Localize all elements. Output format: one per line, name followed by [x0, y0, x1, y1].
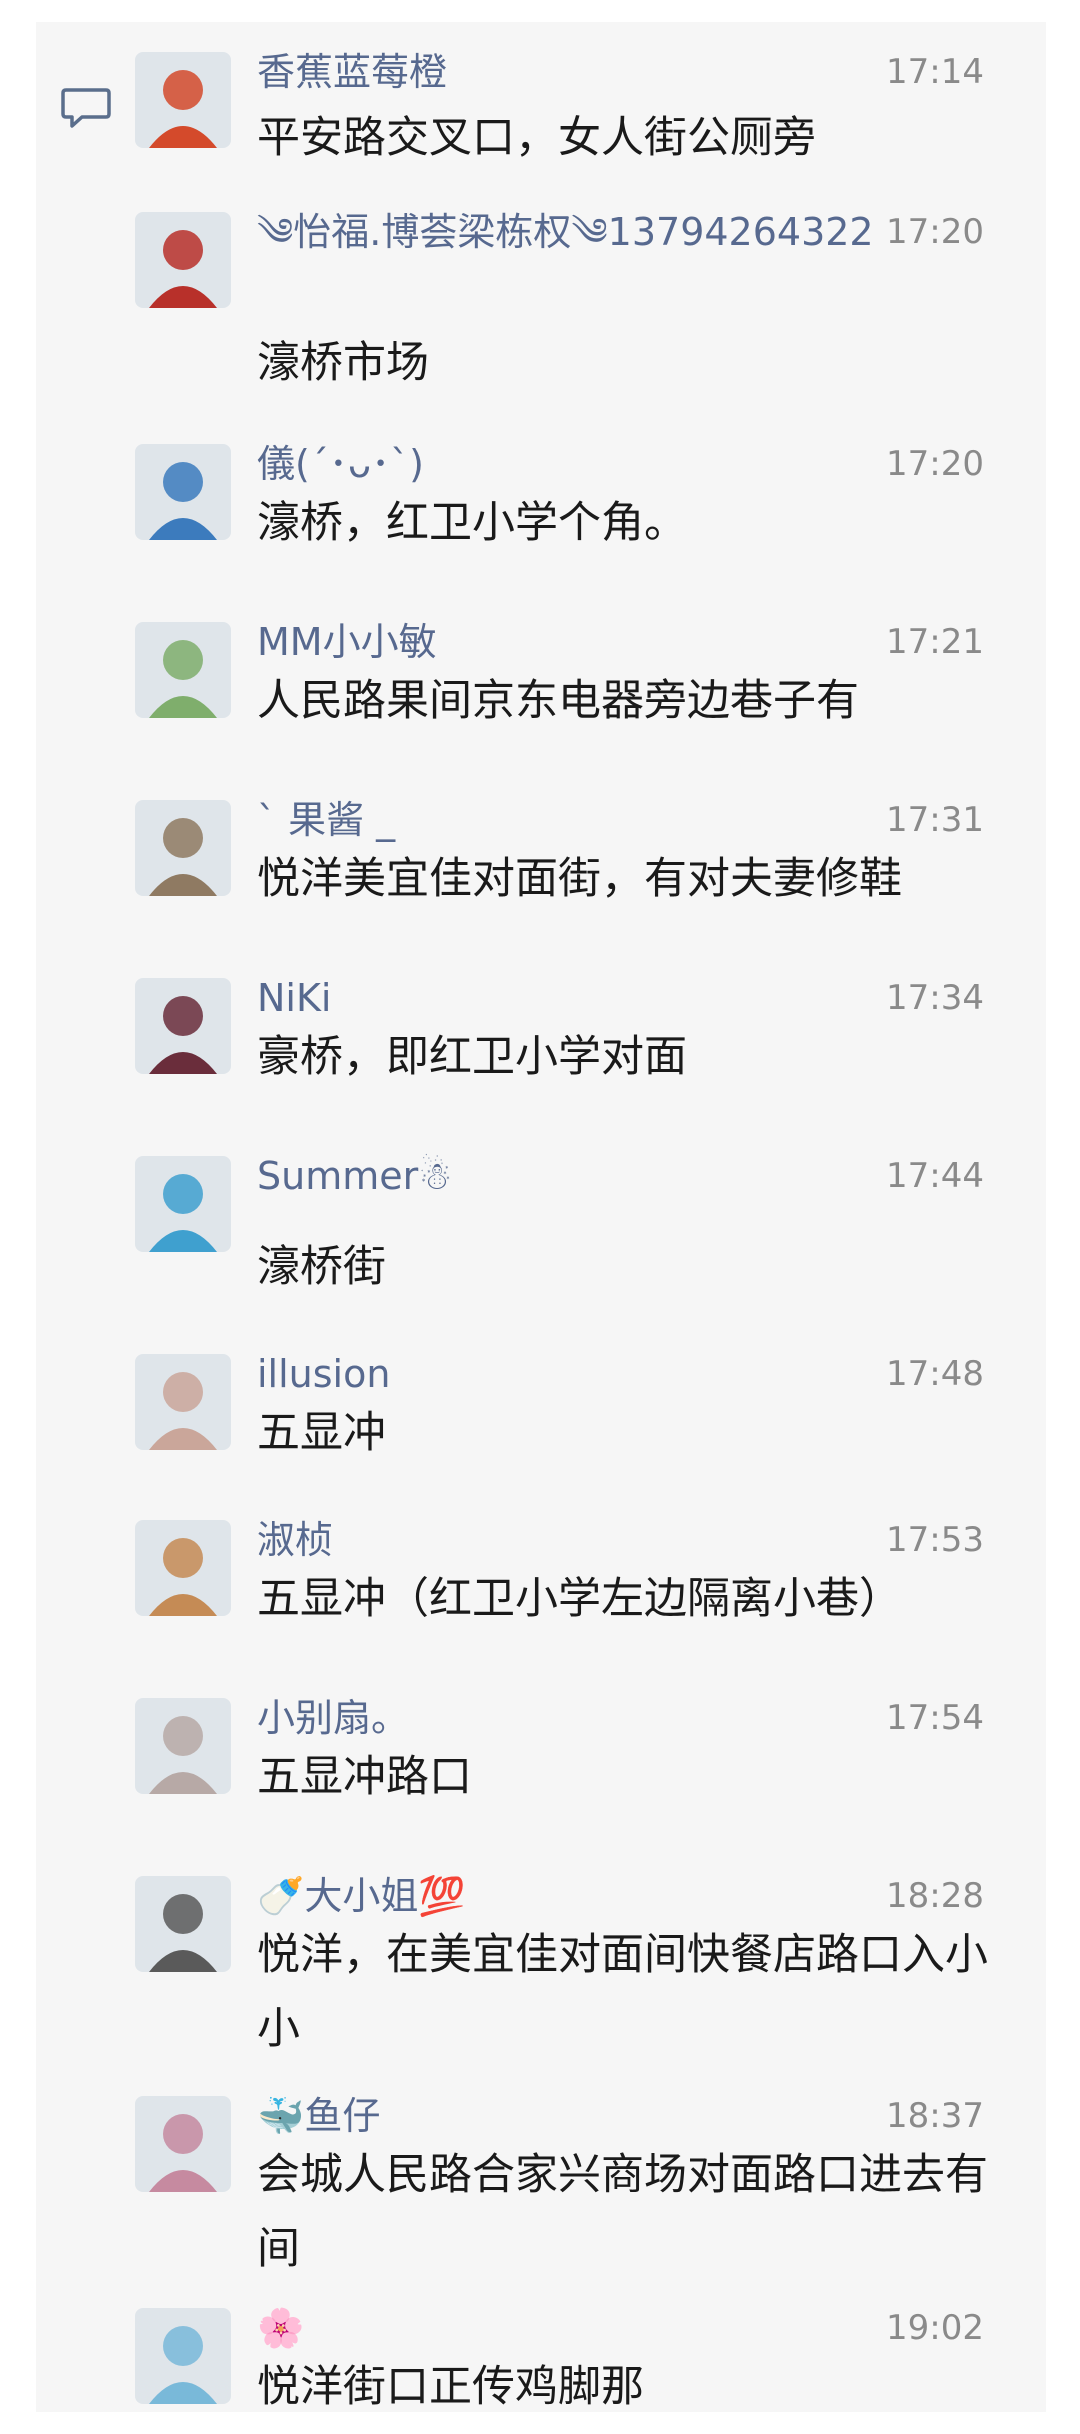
sender-name[interactable]: ` 果酱 _ — [257, 794, 395, 846]
message-text: 平安路交叉口，女人街公厕旁 — [257, 113, 816, 163]
sender-name[interactable]: 儀(´･ᴗ･`) — [257, 438, 424, 490]
message-text: 悦洋街口正传鸡脚那 — [257, 2362, 644, 2412]
avatar-image-11 — [135, 2096, 231, 2192]
message-text: 五显冲（红卫小学左边隔离小巷） — [257, 1574, 902, 1624]
message-time: 17:53 — [886, 1520, 984, 1560]
message-text: 五显冲路口 — [257, 1752, 472, 1802]
sender-name[interactable]: ༄怡福.博荟梁栋权༄13794264322 — [257, 206, 874, 258]
message-item[interactable]: 小别扇。 17:54 五显冲路口 — [36, 1676, 1046, 1854]
message-time: 17:14 — [886, 52, 984, 92]
sender-name[interactable]: Summer☃ — [257, 1150, 452, 1202]
message-text: 濠桥，红卫小学个角。 — [257, 498, 687, 548]
avatar-0[interactable] — [135, 52, 231, 148]
avatar-image-5 — [135, 978, 231, 1074]
sender-name[interactable]: 小别扇。 — [257, 1692, 409, 1744]
message-time: 17:48 — [886, 1354, 984, 1394]
message-time: 17:44 — [886, 1156, 984, 1196]
avatar-3[interactable] — [135, 622, 231, 718]
avatar-image-3 — [135, 622, 231, 718]
avatar-9[interactable] — [135, 1698, 231, 1794]
message-text: 悦洋美宜佳对面街，有对夫妻修鞋 — [257, 854, 902, 904]
message-text: 豪桥，即红卫小学对面 — [257, 1032, 687, 1082]
message-text: 濠桥街 — [257, 1242, 386, 1292]
comment-icon[interactable] — [60, 86, 112, 130]
avatar-8[interactable] — [135, 1520, 231, 1616]
comment-list: 香蕉蓝莓橙 17:14 平安路交叉口，女人街公厕旁 ༄怡福.博荟梁栋权༄1379… — [36, 22, 1046, 2412]
avatar-image-0 — [135, 52, 231, 148]
avatar-1[interactable] — [135, 212, 231, 308]
message-item[interactable]: Summer☃ 17:44 濠桥街 — [36, 1134, 1046, 1332]
message-text: 濠桥市场 — [257, 338, 429, 388]
sender-name[interactable]: 淑桢 — [257, 1514, 333, 1566]
avatar-image-7 — [135, 1354, 231, 1450]
message-text: 五显冲 — [257, 1408, 386, 1458]
avatar-image-4 — [135, 800, 231, 896]
sender-name[interactable]: MM小小敏 — [257, 616, 437, 668]
message-item[interactable]: ` 果酱 _ 17:31 悦洋美宜佳对面街，有对夫妻修鞋 — [36, 778, 1046, 956]
message-item[interactable]: 淑桢 17:53 五显冲（红卫小学左边隔离小巷） — [36, 1498, 1046, 1676]
sender-name[interactable]: 香蕉蓝莓橙 — [257, 46, 447, 98]
sender-name[interactable]: illusion — [257, 1348, 390, 1400]
avatar-10[interactable] — [135, 1876, 231, 1972]
avatar-6[interactable] — [135, 1156, 231, 1252]
message-item[interactable]: 香蕉蓝莓橙 17:14 平安路交叉口，女人街公厕旁 — [36, 30, 1046, 190]
avatar-image-8 — [135, 1520, 231, 1616]
sender-name[interactable]: NiKi — [257, 972, 331, 1024]
message-time: 17:20 — [886, 444, 984, 484]
avatar-2[interactable] — [135, 444, 231, 540]
message-item[interactable]: illusion 17:48 五显冲 — [36, 1332, 1046, 1498]
avatar-image-12 — [135, 2308, 231, 2404]
avatar-12[interactable] — [135, 2308, 231, 2404]
message-item[interactable]: NiKi 17:34 豪桥，即红卫小学对面 — [36, 956, 1046, 1134]
message-item[interactable]: ༄怡福.博荟梁栋权༄13794264322 17:20 濠桥市场 — [36, 190, 1046, 422]
avatar-7[interactable] — [135, 1354, 231, 1450]
message-time: 17:31 — [886, 800, 984, 840]
message-item[interactable]: 🍼大小姐💯 18:28 悦洋，在美宜佳对面间快餐店路口入小小 — [36, 1854, 1046, 2074]
avatar-5[interactable] — [135, 978, 231, 1074]
message-item[interactable]: 儀(´･ᴗ･`) 17:20 濠桥，红卫小学个角。 — [36, 422, 1046, 600]
avatar-image-9 — [135, 1698, 231, 1794]
message-time: 18:28 — [886, 1876, 984, 1916]
avatar-image-6 — [135, 1156, 231, 1252]
avatar-image-2 — [135, 444, 231, 540]
message-item[interactable]: 🌸 19:02 悦洋街口正传鸡脚那 — [36, 2286, 1046, 2412]
avatar-4[interactable] — [135, 800, 231, 896]
message-time: 18:37 — [886, 2096, 984, 2136]
sender-name[interactable]: 🌸 — [257, 2302, 304, 2354]
message-time: 17:54 — [886, 1698, 984, 1738]
sender-name[interactable]: 🐳鱼仔 — [257, 2090, 380, 2142]
message-item[interactable]: 🐳鱼仔 18:37 会城人民路合家兴商场对面路口进去有间 — [36, 2074, 1046, 2286]
avatar-image-10 — [135, 1876, 231, 1972]
avatar-image-1 — [135, 212, 231, 308]
message-time: 17:21 — [886, 622, 984, 662]
message-text: 会城人民路合家兴商场对面路口进去有间 — [257, 2150, 988, 2274]
message-time: 17:34 — [886, 978, 984, 1018]
message-time: 19:02 — [886, 2308, 984, 2348]
message-time: 17:20 — [886, 212, 984, 252]
avatar-11[interactable] — [135, 2096, 231, 2192]
message-text: 人民路果间京东电器旁边巷子有 — [257, 676, 859, 726]
message-text: 悦洋，在美宜佳对面间快餐店路口入小小 — [257, 1930, 988, 2054]
message-item[interactable]: MM小小敏 17:21 人民路果间京东电器旁边巷子有 — [36, 600, 1046, 778]
sender-name[interactable]: 🍼大小姐💯 — [257, 1870, 466, 1922]
